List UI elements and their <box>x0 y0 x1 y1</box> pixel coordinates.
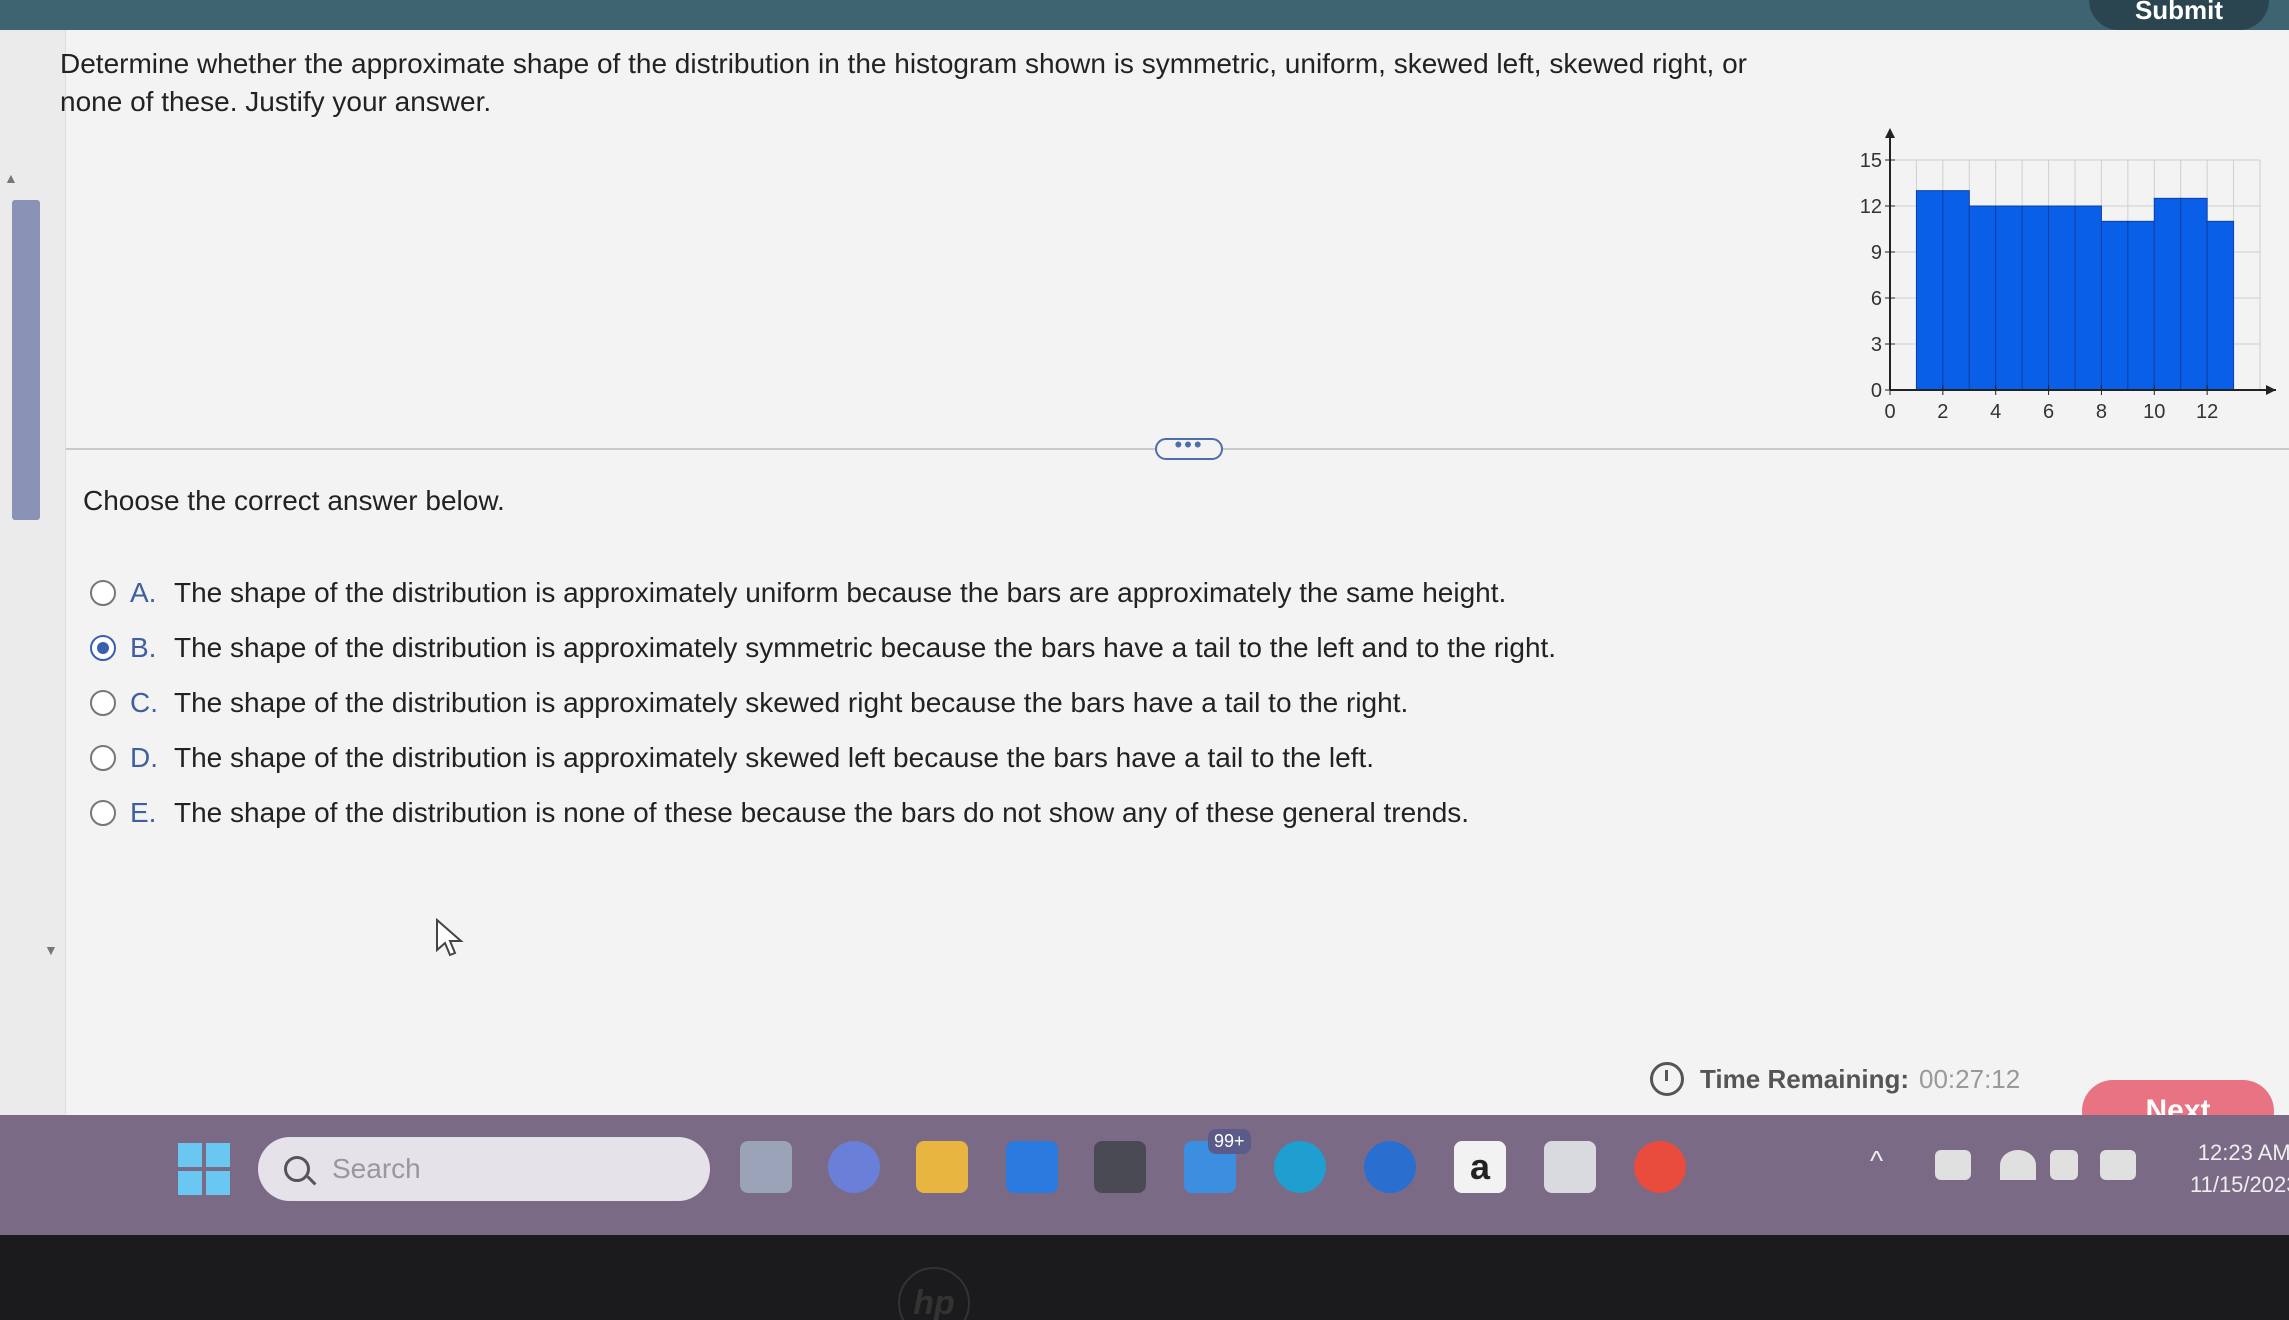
option-b[interactable]: B. The shape of the distribution is appr… <box>90 620 1790 675</box>
question-text: Determine whether the approximate shape … <box>60 48 1747 117</box>
volume-icon[interactable] <box>2050 1150 2078 1180</box>
taskbar-search[interactable]: Search <box>258 1137 710 1201</box>
y-tick-label: 15 <box>1860 150 1882 172</box>
histogram-bar <box>2074 205 2102 391</box>
scroll-up-arrow-icon[interactable]: ▲ <box>4 170 18 186</box>
sync-icon[interactable] <box>1935 1150 1971 1180</box>
histogram-bar <box>1968 205 1997 391</box>
file-explorer-icon[interactable] <box>916 1141 968 1193</box>
y-tick-label: 3 <box>1871 334 1882 356</box>
radio-button-b[interactable] <box>90 634 116 661</box>
option-letter: C. <box>130 686 158 718</box>
edge-icon[interactable] <box>1274 1141 1326 1193</box>
y-axis-arrow <box>1885 128 1895 138</box>
instruction-text: Choose the correct answer below. <box>83 485 505 516</box>
chat-icon[interactable] <box>828 1141 880 1193</box>
app-icon[interactable] <box>1094 1141 1146 1193</box>
scroll-thumb[interactable] <box>12 200 40 520</box>
scroll-down-arrow-icon[interactable]: ▼ <box>44 942 58 958</box>
option-text[interactable]: The shape of the distribution is none of… <box>174 797 1469 829</box>
taskbar: Search 99+ a ^ 12:23 AM 11/15/2023 <box>0 1115 2289 1235</box>
histogram-bar <box>2180 197 2208 391</box>
option-d[interactable]: D. The shape of the distribution is appr… <box>90 730 1790 785</box>
system-clock[interactable]: 12:23 AM 11/15/2023 <box>2190 1137 2289 1201</box>
option-letter: B. <box>130 631 157 663</box>
amazon-icon[interactable]: a <box>1454 1141 1506 1193</box>
answer-options: A. The shape of the distribution is appr… <box>90 565 1790 840</box>
option-text[interactable]: The shape of the distribution is approxi… <box>174 742 1374 774</box>
radio-button-c[interactable] <box>90 689 116 716</box>
search-placeholder: Search <box>332 1153 421 1184</box>
x-tick-label: 4 <box>1990 401 2001 423</box>
histogram-bar <box>2206 220 2235 391</box>
histogram-bar <box>2127 220 2155 391</box>
histogram-bar <box>1942 190 1970 391</box>
wifi-icon[interactable] <box>2000 1150 2036 1180</box>
option-a[interactable]: A. The shape of the distribution is appr… <box>90 565 1790 620</box>
histogram-bar <box>2021 205 2050 391</box>
y-tick-label: 6 <box>1871 288 1882 310</box>
option-text[interactable]: The shape of the distribution is approxi… <box>174 687 1408 719</box>
timer-value: 00:27:12 <box>1919 1063 2021 1094</box>
x-tick-label: 2 <box>1937 401 1948 423</box>
hp-logo: hp <box>898 1267 970 1320</box>
chevron-up-icon[interactable]: ^ <box>1870 1145 1883 1177</box>
laptop-bezel: hp <box>0 1235 2289 1320</box>
option-text[interactable]: The shape of the distribution is approxi… <box>174 632 1556 664</box>
battery-icon[interactable] <box>2100 1150 2136 1180</box>
radio-button-d[interactable] <box>90 744 116 771</box>
option-c[interactable]: C. The shape of the distribution is appr… <box>90 675 1790 730</box>
x-tick-label: 6 <box>2043 401 2054 423</box>
x-tick-label: 12 <box>2196 401 2218 423</box>
windows-start-icon[interactable] <box>178 1143 230 1195</box>
clock-date: 11/15/2023 <box>2190 1172 2289 1197</box>
option-letter: D. <box>130 741 158 773</box>
histogram-bar <box>2100 220 2129 391</box>
copilot-icon[interactable] <box>1364 1141 1416 1193</box>
option-letter: E. <box>130 796 157 828</box>
x-axis-arrow <box>2266 385 2276 395</box>
top-bar: Submit <box>0 0 2289 30</box>
x-tick-label: 0 <box>1884 401 1895 423</box>
histogram-bar <box>1995 205 2023 391</box>
option-text[interactable]: The shape of the distribution is approxi… <box>174 577 1506 609</box>
x-tick-label: 10 <box>2143 401 2165 423</box>
histogram-bar <box>2153 197 2182 391</box>
cursor-icon <box>436 918 464 957</box>
dropbox-icon[interactable] <box>1006 1141 1058 1193</box>
mail-badge: 99+ <box>1208 1129 1251 1154</box>
radio-button-a[interactable] <box>90 579 116 606</box>
histogram-bar <box>1915 190 1944 391</box>
clock-icon <box>1650 1062 1684 1096</box>
clock-time: 12:23 AM <box>2197 1140 2289 1165</box>
search-icon <box>284 1156 310 1182</box>
expand-more-button[interactable]: ••• <box>1155 434 1223 460</box>
question-panel: ▲ ▼ Determine whether the approximate sh… <box>0 30 2289 1142</box>
x-tick-label: 8 <box>2096 401 2107 423</box>
y-tick-label: 12 <box>1860 196 1882 218</box>
histogram: 0 3 6 9 12 15 0 2 4 6 8 10 12 <box>1860 128 2276 423</box>
y-tick-label: 0 <box>1871 380 1882 402</box>
option-letter: A. <box>130 576 157 608</box>
scrollbar[interactable]: ▲ ▼ <box>0 30 66 1115</box>
radio-button-e[interactable] <box>90 799 116 826</box>
option-e[interactable]: E. The shape of the distribution is none… <box>90 785 1790 840</box>
submit-button[interactable]: Submit <box>2089 0 2269 30</box>
mail-icon[interactable]: 99+ <box>1184 1129 1251 1193</box>
chrome-icon[interactable] <box>1634 1141 1686 1193</box>
screen: Submit ▲ ▼ Determine whether the approxi… <box>0 0 2289 1320</box>
y-tick-label: 9 <box>1871 242 1882 264</box>
timer-label: Time Remaining: <box>1700 1063 1910 1094</box>
time-remaining: Time Remaining: 00:27:12 <box>1650 1062 2020 1096</box>
histogram-bar <box>2048 205 2076 391</box>
store-icon[interactable] <box>1544 1141 1596 1193</box>
task-view-icon[interactable] <box>740 1141 792 1193</box>
